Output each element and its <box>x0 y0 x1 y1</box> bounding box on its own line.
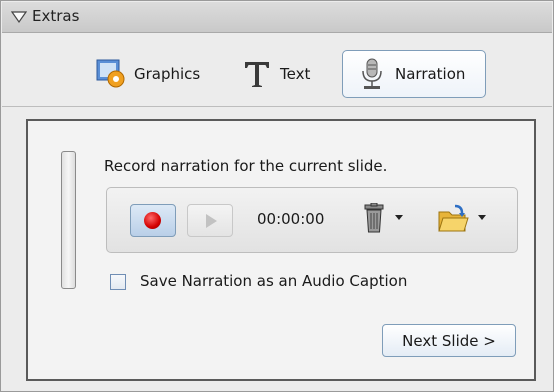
save-audio-caption-checkbox[interactable] <box>110 274 126 290</box>
play-button[interactable] <box>187 204 233 237</box>
tab-text[interactable]: Text <box>240 51 310 97</box>
divider <box>2 106 552 107</box>
tab-graphics-label: Graphics <box>134 65 201 83</box>
instruction-text: Record narration for the current slide. <box>104 157 388 175</box>
panel-title: Extras <box>32 7 80 25</box>
collapse-triangle-icon[interactable] <box>11 10 27 24</box>
panel-header[interactable]: Extras <box>2 2 552 33</box>
import-dropdown-arrow-icon[interactable] <box>478 215 486 220</box>
microphone-icon <box>362 58 382 89</box>
tab-text-label: Text <box>280 65 311 83</box>
play-icon <box>206 214 217 228</box>
level-meter <box>61 151 76 289</box>
record-icon <box>144 212 161 229</box>
extras-tabs: Graphics Text Narration <box>2 33 552 105</box>
extras-panel: Extras Graphics Text Narration Record na… <box>0 0 554 392</box>
narration-content: Record narration for the current slide. … <box>26 119 536 381</box>
timer-readout: 00:00:00 <box>257 210 325 228</box>
graphics-icon <box>96 59 125 88</box>
folder-open-icon[interactable] <box>437 204 469 234</box>
tab-narration-label: Narration <box>395 65 466 83</box>
text-icon <box>245 62 269 87</box>
next-slide-button[interactable]: Next Slide > <box>382 324 516 357</box>
delete-dropdown-arrow-icon[interactable] <box>395 215 403 220</box>
save-audio-caption-label[interactable]: Save Narration as an Audio Caption <box>140 272 407 290</box>
tab-graphics[interactable]: Graphics <box>94 51 200 97</box>
narration-toolbar: 00:00:00 <box>106 187 518 253</box>
trash-icon[interactable] <box>363 203 385 233</box>
tab-narration[interactable]: Narration <box>342 50 486 98</box>
record-button[interactable] <box>130 204 176 237</box>
